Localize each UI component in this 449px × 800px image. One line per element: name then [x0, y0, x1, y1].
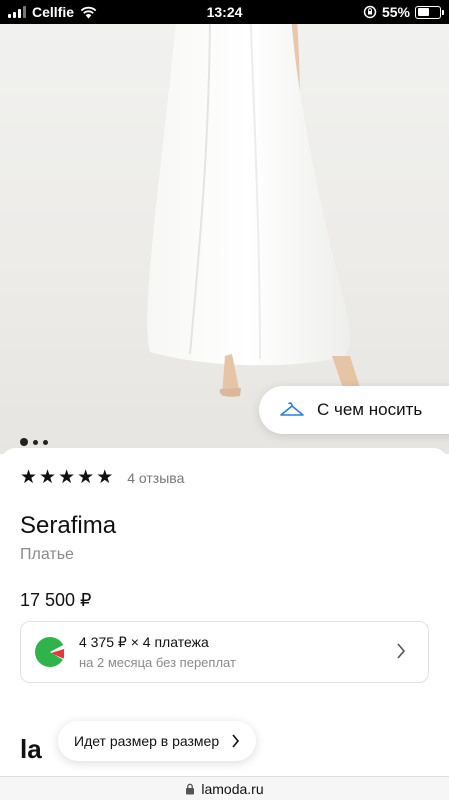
- lock-icon: [186, 783, 195, 794]
- battery-percent: 55%: [381, 4, 410, 20]
- product-category: Платье: [20, 546, 74, 563]
- status-right: 55%: [363, 4, 444, 20]
- carousel-dot[interactable]: [33, 439, 38, 445]
- installment-main: 4 375 ₽ × 4 платежа: [79, 634, 209, 650]
- hanger-icon: [280, 402, 304, 416]
- product-photo: [147, 24, 362, 397]
- star-icon: ★: [39, 467, 57, 488]
- star-icon: ★: [96, 467, 114, 488]
- star-icon: ★: [58, 467, 76, 488]
- carousel-dot[interactable]: [43, 439, 48, 445]
- status-bar: Cellfie 13:24 55%: [0, 0, 449, 24]
- installment-text: 4 375 ₽ × 4 платежа на 2 месяца без пере…: [79, 634, 236, 670]
- rating-stars: ★ ★ ★ ★ ★: [20, 468, 113, 487]
- installment-sub: на 2 месяца без переплат: [79, 655, 236, 670]
- product-rating[interactable]: ★ ★ ★ ★ ★ 4 отзыва: [20, 468, 184, 487]
- chevron-right-icon: [232, 734, 240, 748]
- size-fit-label: Идет размер в размер: [74, 733, 220, 749]
- lamoda-logo: la: [20, 734, 42, 764]
- star-icon: ★: [77, 467, 95, 488]
- star-icon: ★: [20, 467, 38, 488]
- reviews-count[interactable]: 4 отзыва: [127, 470, 184, 486]
- wear-with-button[interactable]: С чем носить: [259, 386, 449, 434]
- carousel-dots[interactable]: [20, 438, 48, 446]
- product-price: 17 500 ₽: [20, 590, 92, 610]
- url-text: lamoda.ru: [201, 780, 264, 797]
- battery-icon: [415, 5, 444, 19]
- browser-url-bar[interactable]: lamoda.ru: [0, 776, 449, 800]
- installment-offer[interactable]: 4 375 ₽ × 4 платежа на 2 месяца без пере…: [20, 621, 429, 683]
- battery-level: [417, 8, 430, 16]
- orientation-lock-icon: [363, 5, 377, 19]
- installment-logo-icon: [35, 637, 65, 667]
- product-brand[interactable]: Serafima: [20, 512, 116, 540]
- product-info-card: ★ ★ ★ ★ ★ 4 отзыва Serafima Платье 17 500 ₽ …: [0, 448, 449, 778]
- size-fit-chip[interactable]: Идет размер в размер: [58, 721, 257, 761]
- wear-with-label: С чем носить: [317, 400, 423, 419]
- carousel-dot[interactable]: [20, 438, 28, 446]
- chevron-right-icon: [397, 643, 406, 659]
